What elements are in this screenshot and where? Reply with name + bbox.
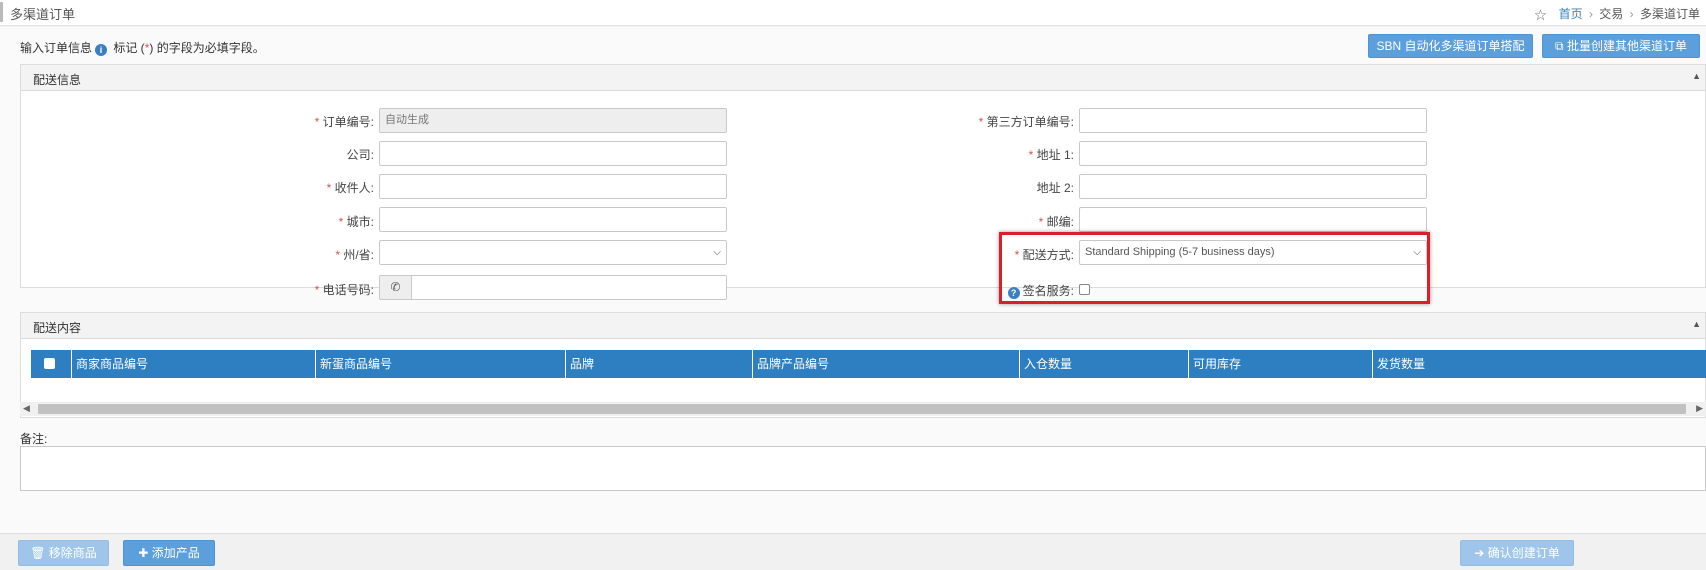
col-brand[interactable]: 品牌 bbox=[566, 350, 753, 378]
chevron-down-icon: ⌵ bbox=[713, 247, 721, 258]
select-all-cell bbox=[31, 350, 72, 378]
trash-icon: 🗑 bbox=[30, 546, 49, 560]
arrow-right-icon: ➔ bbox=[1474, 546, 1488, 560]
form-intro: 输入订单信息 i 标记 (*) 的字段为必填字段。 bbox=[20, 39, 265, 56]
add-product-label: 添加产品 bbox=[151, 546, 200, 560]
city-input[interactable] bbox=[379, 207, 727, 232]
scroll-left-icon[interactable]: ◀ bbox=[23, 403, 30, 414]
zip-label: * 邮编: bbox=[1038, 215, 1074, 229]
third-party-no-label: * 第三方订单编号: bbox=[978, 115, 1074, 129]
col-inbound-qty[interactable]: 入仓数量 bbox=[1020, 350, 1189, 378]
phone-icon: ✆ bbox=[379, 275, 412, 300]
batch-create-button[interactable]: ⧉ 批量创建其他渠道订单 bbox=[1542, 34, 1700, 58]
breadcrumb: ☆ 首页 › 交易 › 多渠道订单 bbox=[1534, 5, 1700, 24]
breadcrumb-trade: 交易 bbox=[1599, 7, 1624, 21]
external-link-icon: ⧉ bbox=[1555, 39, 1567, 53]
collapse-icon[interactable]: ▲ bbox=[1692, 71, 1701, 81]
title-accent bbox=[0, 2, 3, 22]
items-panel-header[interactable]: 配送内容 ▲ bbox=[21, 313, 1705, 339]
plus-icon: ✚ bbox=[138, 546, 152, 560]
footer-bar: 🗑 移除商品 ✚ 添加产品 ➔ 确认创建订单 bbox=[0, 533, 1706, 570]
horizontal-scrollbar[interactable]: ◀ ▶ bbox=[20, 402, 1706, 416]
address1-input[interactable] bbox=[1079, 141, 1427, 166]
breadcrumb-current: 多渠道订单 bbox=[1639, 7, 1700, 21]
chevron-down-icon: ⌵ bbox=[1413, 247, 1421, 258]
address2-input[interactable] bbox=[1079, 174, 1427, 199]
state-select[interactable]: ⌵ bbox=[379, 240, 727, 265]
sbn-auto-match-button[interactable]: SBN 自动化多渠道订单搭配 bbox=[1368, 34, 1533, 58]
remove-item-button[interactable]: 🗑 移除商品 bbox=[18, 540, 109, 566]
batch-create-label: 批量创建其他渠道订单 bbox=[1566, 39, 1687, 53]
third-party-no-input[interactable] bbox=[1079, 108, 1427, 133]
select-all-checkbox[interactable] bbox=[44, 358, 55, 369]
zip-input[interactable] bbox=[1079, 207, 1427, 232]
shipping-panel-title: 配送信息 bbox=[33, 73, 82, 87]
collapse-icon[interactable]: ▲ bbox=[1692, 319, 1701, 329]
phone-label: * 电话号码: bbox=[314, 283, 374, 297]
add-product-button[interactable]: ✚ 添加产品 bbox=[123, 540, 215, 566]
remark-label: 备注: bbox=[20, 432, 48, 446]
state-label: * 州/省: bbox=[335, 248, 374, 262]
col-ship-qty[interactable]: 发货数量 bbox=[1373, 350, 1706, 378]
shipping-method-select[interactable]: Standard Shipping (5-7 business days) ⌵ bbox=[1079, 240, 1427, 265]
scroll-right-icon[interactable]: ▶ bbox=[1696, 403, 1703, 414]
col-newegg-item[interactable]: 新蛋商品编号 bbox=[316, 350, 566, 378]
breadcrumb-home[interactable]: 首页 bbox=[1559, 7, 1583, 21]
remove-item-label: 移除商品 bbox=[48, 546, 97, 560]
intro-text: 标记 ( bbox=[110, 41, 145, 55]
intro-text: ) 的字段为必填字段。 bbox=[149, 41, 265, 55]
recipient-label: * 收件人: bbox=[326, 181, 374, 195]
intro-text: 输入订单信息 bbox=[20, 41, 93, 55]
recipient-input[interactable] bbox=[379, 174, 727, 199]
phone-input[interactable] bbox=[411, 275, 727, 300]
address2-label: 地址 2: bbox=[1036, 181, 1074, 195]
shipping-method-label: * 配送方式: bbox=[1014, 248, 1074, 262]
col-merchant-sku[interactable]: 商家商品编号 bbox=[72, 350, 316, 378]
page-title: 多渠道订单 bbox=[10, 7, 76, 22]
top-bar: 多渠道订单 ☆ 首页 › 交易 › 多渠道订单 bbox=[0, 0, 1706, 26]
company-input[interactable] bbox=[379, 141, 727, 166]
signature-label: ? 签名服务: bbox=[900, 282, 1074, 299]
breadcrumb-separator: › bbox=[1588, 7, 1593, 21]
confirm-label: 确认创建订单 bbox=[1487, 546, 1560, 560]
items-panel-title: 配送内容 bbox=[33, 321, 82, 335]
city-label: * 城市: bbox=[338, 215, 374, 229]
shipping-method-value: Standard Shipping (5-7 business days) bbox=[1085, 246, 1275, 258]
items-table-header: 商家商品编号 新蛋商品编号 品牌 品牌产品编号 入仓数量 可用库存 发货数量 bbox=[31, 350, 1706, 378]
order-no-label: * 订单编号: bbox=[314, 115, 374, 129]
address1-label: * 地址 1: bbox=[1028, 148, 1074, 162]
help-icon: ? bbox=[1007, 287, 1020, 299]
scroll-thumb[interactable] bbox=[38, 404, 1686, 414]
remark-textarea[interactable] bbox=[20, 446, 1706, 491]
col-brand-product-no[interactable]: 品牌产品编号 bbox=[753, 350, 1020, 378]
col-available-stock[interactable]: 可用库存 bbox=[1189, 350, 1373, 378]
company-label: 公司: bbox=[346, 148, 374, 162]
breadcrumb-separator: › bbox=[1629, 7, 1634, 21]
confirm-create-order-button[interactable]: ➔ 确认创建订单 bbox=[1460, 540, 1574, 566]
signature-checkbox[interactable] bbox=[1079, 284, 1090, 295]
shipping-panel-header[interactable]: 配送信息 ▲ bbox=[21, 65, 1705, 91]
info-icon[interactable]: i bbox=[95, 44, 108, 56]
order-no-input: 自动生成 bbox=[379, 108, 727, 133]
star-icon[interactable]: ☆ bbox=[1534, 7, 1547, 24]
